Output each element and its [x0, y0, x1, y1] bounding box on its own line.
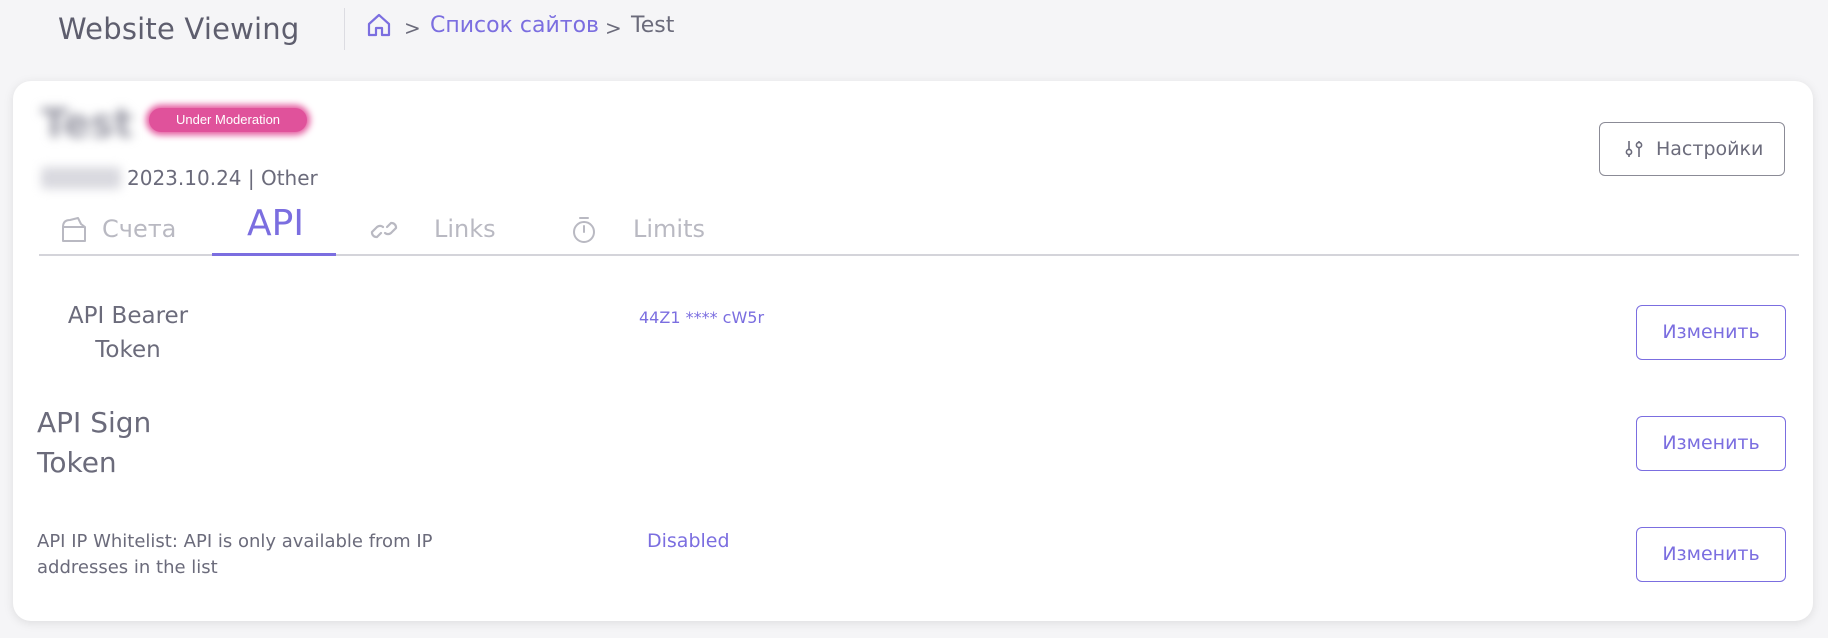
api-bearer-token-label: API Bearer Token: [43, 299, 213, 367]
api-bearer-token-value: 44Z1 **** cW5r: [639, 308, 765, 327]
link-icon: [369, 215, 399, 245]
api-ip-whitelist-label: API IP Whitelist: API is only available …: [37, 529, 477, 581]
status-badge: Under Moderation: [149, 108, 307, 132]
wallet-icon: [59, 215, 89, 245]
site-id-redacted: [41, 167, 121, 189]
tab-accounts[interactable]: Счета: [39, 201, 199, 256]
site-card: Test Under Moderation 2023.10.24 | Other…: [13, 81, 1813, 621]
top-bar: Website Viewing > Список сайтов > Test: [0, 0, 1828, 70]
api-sign-token-label-line2: Token: [37, 446, 117, 479]
api-ip-whitelist-status: Disabled: [647, 530, 730, 552]
home-icon[interactable]: [366, 12, 392, 38]
status-badge-label: Under Moderation: [175, 112, 281, 127]
api-bearer-token-label-line2: Token: [95, 337, 161, 363]
api-bearer-token-label-line1: API Bearer: [67, 303, 189, 329]
breadcrumb-sites-link[interactable]: Список сайтов: [430, 13, 599, 38]
tab-accounts-label: Счета: [102, 215, 177, 243]
breadcrumb-separator: >: [404, 16, 421, 40]
site-meta: 2023.10.24 | Other: [127, 166, 318, 190]
settings-button-label: Настройки: [1656, 138, 1764, 160]
change-ip-whitelist-button[interactable]: Изменить: [1636, 527, 1786, 582]
sliders-icon: [1624, 139, 1644, 159]
change-bearer-token-button[interactable]: Изменить: [1636, 305, 1786, 360]
tab-api[interactable]: API: [212, 201, 336, 256]
tab-active-indicator: [212, 253, 336, 256]
tab-links-label: Links: [434, 215, 496, 243]
api-sign-token-label: API Sign Token: [37, 403, 151, 483]
tab-bar: Счета API Links Limits: [39, 201, 1799, 261]
api-sign-token-label-line1: API Sign: [37, 406, 152, 439]
breadcrumb-current: Test: [631, 13, 675, 38]
api-ip-whitelist-label-line1: API IP Whitelist: API is only available …: [37, 531, 433, 552]
page-title: Website Viewing: [58, 12, 300, 46]
stopwatch-icon: [569, 215, 599, 245]
api-ip-whitelist-label-line2: addresses in the list: [37, 557, 218, 578]
tab-limits-label: Limits: [633, 215, 705, 243]
settings-button[interactable]: Настройки: [1599, 122, 1785, 176]
breadcrumb-separator: >: [605, 16, 622, 40]
change-sign-token-button[interactable]: Изменить: [1636, 416, 1786, 471]
tab-links[interactable]: Links: [369, 201, 519, 256]
site-name: Test: [41, 101, 134, 147]
tab-api-label: API: [247, 203, 304, 244]
tab-limits[interactable]: Limits: [569, 201, 719, 256]
header-divider: [344, 8, 345, 50]
